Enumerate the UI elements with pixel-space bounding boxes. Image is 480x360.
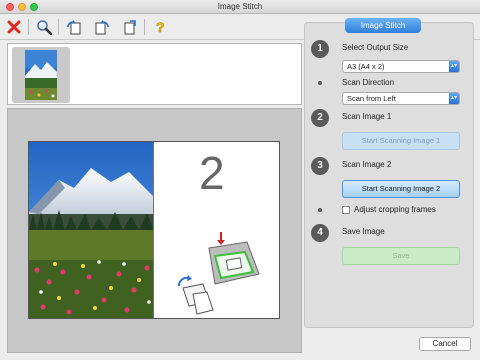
scan-direction-value: Scan from Left	[347, 94, 396, 103]
flip-icon[interactable]	[120, 17, 140, 37]
window-zoom-button[interactable]	[30, 3, 38, 11]
image-stitch-panel: Image Stitch 1 Select Output Size A3 (A4…	[304, 18, 474, 328]
scan-direction-select[interactable]: Scan from Left ▴▾	[342, 92, 460, 105]
select-arrow-icon: ▴▾	[449, 93, 459, 104]
step-3-badge: 3	[311, 157, 329, 175]
adjust-cropping-label: Adjust cropping frames	[354, 205, 436, 214]
output-size-select[interactable]: A3 (A4 x 2) ▴▾	[342, 60, 460, 73]
svg-text:?: ?	[156, 19, 165, 35]
scanned-image-1	[29, 142, 154, 318]
close-icon[interactable]	[4, 17, 24, 37]
start-scanning-image-1-button[interactable]: Start Scanning Image 1	[342, 132, 460, 150]
toolbar-separator	[58, 19, 59, 35]
save-button[interactable]: Save	[342, 247, 460, 265]
step-1-label: Select Output Size	[342, 43, 409, 52]
step-4-badge: 4	[311, 224, 329, 242]
scan-slot-2-number: 2	[199, 147, 225, 199]
preview-canvas: 2	[7, 108, 302, 353]
zoom-icon[interactable]	[34, 17, 54, 37]
window-minimize-button[interactable]	[18, 3, 26, 11]
step-4-label: Save Image	[342, 227, 385, 236]
start-scanning-image-2-button[interactable]: Start Scanning Image 2	[342, 180, 460, 198]
title-bar: Image Stitch	[0, 0, 480, 14]
panel-title: Image Stitch	[345, 18, 421, 33]
step-1-badge: 1	[311, 40, 329, 58]
help-icon[interactable]: ?	[150, 17, 170, 37]
thumbnail-image-1[interactable]	[12, 47, 70, 103]
step-3-label: Scan Image 2	[342, 160, 392, 169]
step-connector-dot	[318, 81, 322, 85]
toolbar-separator	[28, 19, 29, 35]
step-2-badge: 2	[311, 109, 329, 127]
step-2-label: Scan Image 1	[342, 112, 392, 121]
adjust-cropping-checkbox[interactable]	[342, 206, 350, 214]
window-title: Image Stitch	[217, 2, 263, 11]
thumbnail-strip	[7, 43, 302, 105]
rotate-left-icon[interactable]	[64, 17, 84, 37]
toolbar-separator	[144, 19, 145, 35]
select-arrow-icon: ▴▾	[449, 61, 459, 72]
window-close-button[interactable]	[6, 3, 14, 11]
scanner-illustration	[175, 232, 265, 318]
cancel-button[interactable]: Cancel	[419, 337, 471, 351]
rotate-right-icon[interactable]	[92, 17, 112, 37]
stitch-page-preview: 2	[28, 141, 280, 319]
scan-direction-label: Scan Direction	[342, 78, 395, 87]
output-size-value: A3 (A4 x 2)	[347, 62, 385, 71]
step-connector-dot	[318, 208, 322, 212]
